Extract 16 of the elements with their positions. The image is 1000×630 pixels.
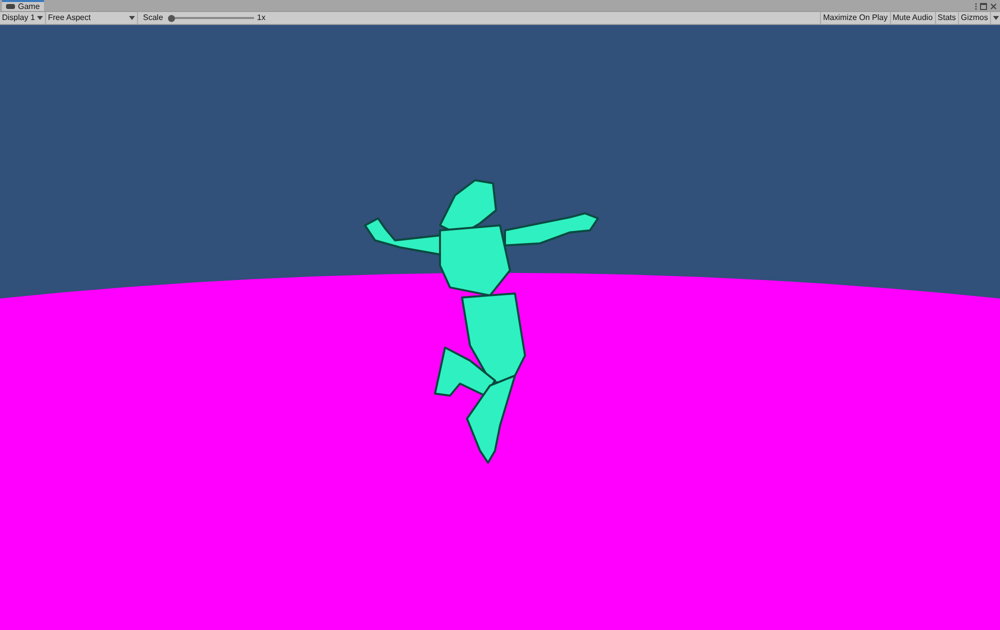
- toolbar-toggle[interactable]: Gizmos: [958, 12, 990, 24]
- caret-icon: [992, 16, 998, 20]
- gizmos-dropdown[interactable]: [990, 12, 1000, 24]
- maximize-icon[interactable]: [980, 3, 987, 10]
- scale-value: 1x: [257, 12, 266, 24]
- toolbar-toggle[interactable]: Maximize On Play: [820, 12, 890, 24]
- caret-icon: [129, 16, 135, 20]
- close-icon[interactable]: [990, 3, 997, 10]
- display-dropdown[interactable]: Display 1: [0, 12, 46, 24]
- scale-label: Scale: [143, 12, 164, 24]
- caret-icon: [37, 16, 43, 20]
- toolbar-toggle[interactable]: Stats: [934, 12, 958, 24]
- scale-slider-thumb[interactable]: [168, 14, 176, 22]
- game-tab[interactable]: Game: [2, 0, 44, 11]
- toolbar-toggle[interactable]: Mute Audio: [890, 12, 935, 24]
- aspect-dropdown[interactable]: Free Aspect: [46, 12, 138, 24]
